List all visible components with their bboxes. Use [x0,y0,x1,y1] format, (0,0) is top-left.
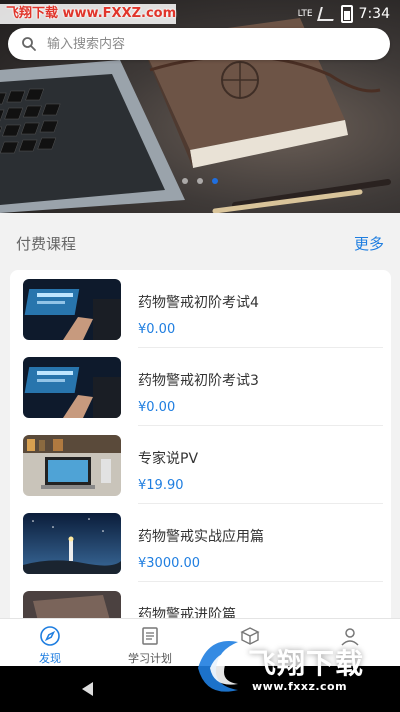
course-item[interactable]: 药物警戒实战应用篇 ¥3000.00 [10,504,391,582]
network-label: LTE [297,9,313,19]
course-list: 药物警戒初阶考试4 ¥0.00 药物警戒初阶考试3 ¥0.00 专家说PV ¥1… [10,270,391,630]
course-thumbnail [23,435,121,496]
promo-url: www.fxxz.com [252,680,348,693]
course-price: ¥0.00 [138,322,176,337]
carousel-dot[interactable] [197,178,203,184]
course-item[interactable]: 药物警戒初阶考试3 ¥0.00 [10,348,391,426]
search-input[interactable] [45,35,369,53]
promo-watermark: 飞翔下载 www.fxxz.com [188,628,400,704]
signal-icon [316,7,337,21]
battery-icon [340,5,353,23]
course-item[interactable]: 药物警戒初阶考试4 ¥0.00 [10,270,391,348]
search-bar[interactable] [8,28,390,60]
course-title: 药物警戒实战应用篇 [138,529,264,545]
course-title: 药物警戒初阶考试4 [138,295,259,311]
course-thumbnail [23,279,121,340]
promo-name: 飞翔下载 [248,647,365,680]
tab-study-plan[interactable]: 学习计划 [100,619,200,667]
course-item[interactable]: 专家说PV ¥19.90 [10,426,391,504]
section-header: 付费课程 更多 [0,222,400,264]
course-title: 专家说PV [138,451,199,467]
course-price: ¥19.90 [138,478,184,493]
tab-discover[interactable]: 发现 [0,619,100,667]
back-icon[interactable] [82,682,93,696]
clock: 7:34 [358,6,390,22]
more-link[interactable]: 更多 [354,233,384,254]
carousel-dot-active[interactable] [212,178,218,184]
carousel-dot[interactable] [182,178,188,184]
course-price: ¥0.00 [138,400,176,415]
status-bar: 飞翔下载 www.FXXZ.com LTE 7:34 [0,0,400,28]
course-thumbnail [23,357,121,418]
carousel-indicator [0,178,400,184]
search-icon [22,37,36,51]
section-title: 付费课程 [16,234,77,253]
tab-label: 学习计划 [128,652,172,665]
plan-list-icon [142,627,158,645]
watermark-text: 飞翔下载 www.FXXZ.com [0,4,177,24]
course-title: 药物警戒初阶考试3 [138,373,259,389]
tab-label: 发现 [39,652,61,665]
compass-icon [40,626,60,646]
course-price: ¥3000.00 [138,556,201,571]
course-thumbnail [23,513,121,574]
